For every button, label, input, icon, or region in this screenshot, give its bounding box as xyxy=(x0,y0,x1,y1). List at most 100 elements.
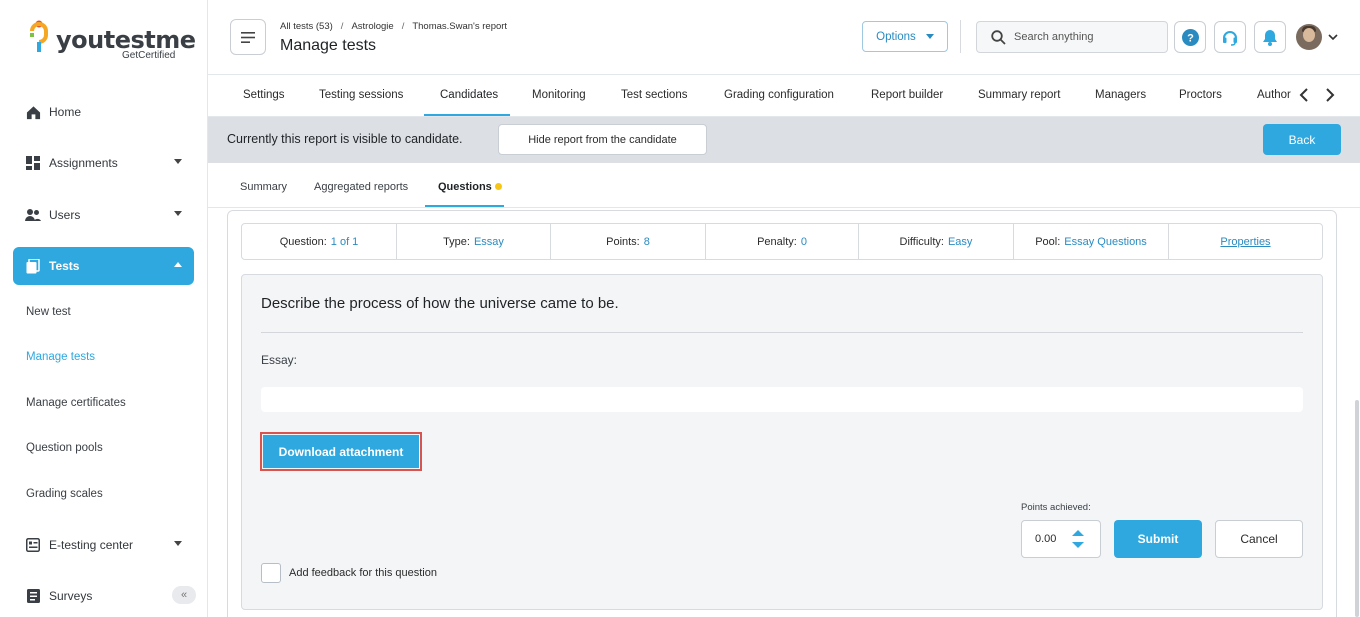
question-number: 1 of 1 xyxy=(330,235,359,248)
test-tab-bar: Settings Testing sessions Candidates Mon… xyxy=(208,75,1360,117)
info-question: Question: 1 of 1 xyxy=(242,224,397,259)
hamburger-icon xyxy=(241,31,255,43)
sidebar-subitem-question-pools[interactable]: Question pools xyxy=(26,442,103,454)
points-stepper[interactable] xyxy=(1070,528,1086,550)
stepper-up-icon xyxy=(1072,530,1084,536)
sidebar-item-home[interactable]: Home xyxy=(13,93,194,131)
search-input[interactable]: Search anything xyxy=(976,21,1168,53)
tab-grading-configuration[interactable]: Grading configuration xyxy=(724,89,834,101)
options-dropdown-button[interactable]: Options xyxy=(862,21,948,52)
breadcrumb-report: Thomas.Swan's report xyxy=(412,21,508,32)
chevron-right-icon[interactable] xyxy=(1325,87,1335,103)
breadcrumb: All tests (53) / Astrologie / Thomas.Swan's … xyxy=(280,21,507,32)
notifications-button[interactable] xyxy=(1254,21,1286,53)
help-icon: ? xyxy=(1181,28,1199,46)
tab-test-sections[interactable]: Test sections xyxy=(621,89,687,101)
chevron-down-icon[interactable] xyxy=(1328,34,1338,41)
chevron-down-icon xyxy=(174,159,182,164)
question-text: Describe the process of how the universe… xyxy=(261,295,619,312)
tab-managers[interactable]: Managers xyxy=(1095,89,1146,101)
sidebar-item-label: Surveys xyxy=(49,589,93,603)
breadcrumb-all-tests[interactable]: All tests (53) xyxy=(280,21,333,32)
download-attachment-button[interactable]: Download attachment xyxy=(263,435,419,468)
add-feedback-label[interactable]: Add feedback for this question xyxy=(289,567,437,579)
etesting-icon xyxy=(25,537,41,553)
logo-subtitle: GetCertified xyxy=(122,50,176,61)
info-properties: Properties xyxy=(1169,224,1322,259)
menu-toggle-button[interactable] xyxy=(230,19,266,55)
breadcrumb-test[interactable]: Astrologie xyxy=(351,21,393,32)
sidebar-subitem-new-test[interactable]: New test xyxy=(26,306,71,318)
essay-answer-box xyxy=(261,387,1303,412)
sidebar-subitem-manage-certificates[interactable]: Manage certificates xyxy=(26,397,126,409)
breadcrumb-separator: / xyxy=(340,21,344,32)
breadcrumb-separator: / xyxy=(401,21,405,32)
back-button[interactable]: Back xyxy=(1263,124,1341,155)
points-achieved-label: Points achieved: xyxy=(1021,502,1091,513)
sidebar: youtestme GetCertified Home Assignments … xyxy=(0,0,208,617)
subtab-questions[interactable]: Questions xyxy=(438,181,492,193)
tab-monitoring[interactable]: Monitoring xyxy=(532,89,586,101)
help-button[interactable]: ? xyxy=(1174,21,1206,53)
sidebar-subitem-grading-scales[interactable]: Grading scales xyxy=(26,488,103,500)
page-title: Manage tests xyxy=(280,37,377,54)
tab-author[interactable]: Author xyxy=(1257,89,1291,101)
tab-report-builder[interactable]: Report builder xyxy=(871,89,943,101)
info-type: Type: Essay xyxy=(397,224,551,259)
collapse-sidebar-button[interactable]: « xyxy=(172,586,196,604)
question-info-row: Question: 1 of 1 Type: Essay Points: 8 Pena… xyxy=(241,223,1323,260)
sidebar-item-users[interactable]: Users xyxy=(13,196,194,234)
question-pool: Essay Questions xyxy=(1064,235,1147,248)
active-subtab-indicator xyxy=(425,205,504,207)
sidebar-item-label: Users xyxy=(49,208,81,222)
divider xyxy=(261,332,1303,333)
sidebar-item-label: Tests xyxy=(49,259,80,273)
search-placeholder: Search anything xyxy=(1014,31,1094,43)
double-chevron-left-icon: « xyxy=(180,589,188,601)
chevron-down-icon xyxy=(925,34,934,39)
tab-summary-report[interactable]: Summary report xyxy=(978,89,1060,101)
avatar[interactable] xyxy=(1296,24,1322,50)
report-visibility-bar: Currently this report is visible to cand… xyxy=(208,117,1360,163)
info-points: Points: 8 xyxy=(551,224,706,259)
chevron-down-icon xyxy=(174,211,182,216)
search-icon xyxy=(991,29,1006,45)
visibility-message: Currently this report is visible to cand… xyxy=(227,132,463,146)
stepper-down-icon xyxy=(1072,542,1084,548)
cancel-button[interactable]: Cancel xyxy=(1215,520,1303,558)
points-achieved-input[interactable]: 0.00 xyxy=(1021,520,1101,558)
hide-report-button[interactable]: Hide report from the candidate xyxy=(498,124,707,155)
properties-link[interactable]: Properties xyxy=(1220,236,1270,248)
subtab-aggregated-reports[interactable]: Aggregated reports xyxy=(314,181,408,193)
sidebar-item-etesting-center[interactable]: E-testing center xyxy=(13,526,194,564)
sidebar-item-surveys[interactable]: Surveys xyxy=(13,577,194,615)
sidebar-subitem-manage-tests[interactable]: Manage tests xyxy=(26,351,95,363)
tab-candidates[interactable]: Candidates xyxy=(440,89,498,101)
scrollbar-thumb[interactable] xyxy=(1355,400,1359,617)
question-penalty: 0 xyxy=(800,235,807,248)
home-icon xyxy=(25,104,41,120)
bell-icon xyxy=(1263,29,1277,46)
support-button[interactable] xyxy=(1214,21,1246,53)
chevron-up-icon xyxy=(174,262,182,267)
tab-proctors[interactable]: Proctors xyxy=(1179,89,1222,101)
add-feedback-checkbox[interactable] xyxy=(261,563,281,583)
subtab-summary[interactable]: Summary xyxy=(240,181,287,193)
submit-button[interactable]: Submit xyxy=(1114,520,1202,558)
chevron-down-icon xyxy=(174,541,182,546)
tab-testing-sessions[interactable]: Testing sessions xyxy=(319,89,403,101)
points-value: 0.00 xyxy=(1035,533,1057,545)
sidebar-item-label: Home xyxy=(49,105,82,119)
question-type: Essay xyxy=(473,235,504,248)
info-pool: Pool: Essay Questions xyxy=(1014,224,1169,259)
sidebar-item-label: E-testing center xyxy=(49,538,134,552)
assignments-icon xyxy=(25,155,41,171)
tab-settings[interactable]: Settings xyxy=(243,89,285,101)
header: All tests (53) / Astrologie / Thomas.Swan's … xyxy=(208,0,1360,75)
sidebar-item-assignments[interactable]: Assignments xyxy=(13,144,194,182)
svg-text:?: ? xyxy=(1187,32,1194,44)
logo[interactable]: youtestme GetCertified xyxy=(28,20,196,64)
chevron-left-icon[interactable] xyxy=(1299,87,1309,103)
sidebar-item-tests[interactable]: Tests xyxy=(13,247,194,285)
header-divider xyxy=(960,20,961,53)
